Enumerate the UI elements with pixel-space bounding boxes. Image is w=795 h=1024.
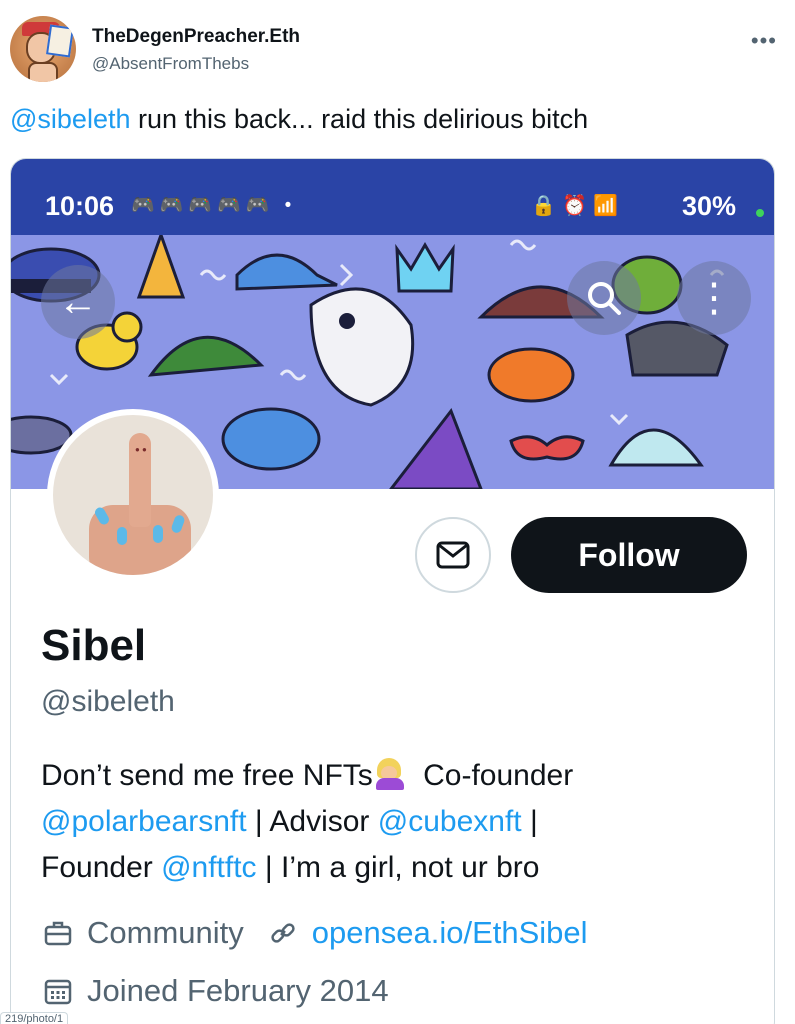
- envelope-icon: [436, 541, 470, 569]
- bio-link-cubexnft[interactable]: @cubexnft: [378, 805, 522, 838]
- briefcase-icon: [41, 916, 75, 950]
- bio-text: Founder: [41, 851, 162, 884]
- status-url-tooltip: 219/photo/1: [0, 1012, 69, 1024]
- avatar-finger-face: ● ●: [135, 445, 147, 454]
- banner-back-button[interactable]: ←: [41, 265, 115, 339]
- tweet-media-image[interactable]: 10:06 🎮🎮🎮🎮🎮 • 🔒⏰📶 30% ← ⋮ ● ● Follow Sib…: [10, 158, 775, 1024]
- bio-text: | Advisor: [246, 805, 378, 838]
- more-horizontal-icon[interactable]: •••: [751, 28, 777, 54]
- bio-text: Don’t send me free NFTs: [41, 759, 373, 792]
- profile-avatar[interactable]: ● ●: [47, 409, 219, 581]
- status-notification-dot: [756, 209, 764, 217]
- profile-meta-row: Community opensea.io/EthSibel: [41, 915, 588, 951]
- avatar-sign: [46, 24, 74, 58]
- status-app-icons: 🎮🎮🎮🎮🎮 •: [131, 195, 297, 216]
- profile-category: Community: [87, 915, 244, 950]
- tweet-header: TheDegenPreacher.Eth @AbsentFromThebs ••…: [10, 14, 785, 86]
- message-button[interactable]: [415, 517, 491, 593]
- bio-text: | I’m a girl, not ur bro: [256, 851, 540, 884]
- status-time: 10:06: [45, 191, 115, 221]
- bio-text: Co-founder: [414, 759, 574, 792]
- banner-more-button[interactable]: ⋮: [677, 261, 751, 335]
- bio-link-nftftc[interactable]: @nftftc: [161, 851, 256, 884]
- tweet-text-body: run this back... raid this delirious bit…: [130, 104, 589, 134]
- author-name[interactable]: TheDegenPreacher.Eth: [92, 26, 300, 48]
- avatar-nail: [153, 525, 163, 543]
- status-system-icons: 🔒⏰📶: [531, 195, 624, 217]
- profile-bio: Don’t send me free NFTs Co-founder @pola…: [41, 753, 761, 891]
- profile-display-name: Sibel: [41, 621, 147, 670]
- profile-joined-date: Joined February 2014: [87, 973, 389, 1008]
- profile-meta-row: Joined February 2014: [41, 973, 389, 1009]
- bio-link-polarbearsnft[interactable]: @polarbearsnft: [41, 805, 247, 838]
- follow-button[interactable]: Follow: [511, 517, 747, 593]
- search-icon: [588, 282, 621, 315]
- avatar-body: [28, 62, 58, 82]
- bio-text: |: [521, 805, 538, 838]
- calendar-icon: [41, 974, 75, 1008]
- status-battery: 30%: [681, 191, 736, 221]
- tweet-text: @sibeleth run this back... raid this del…: [10, 104, 588, 135]
- phone-status-bar: 10:06 🎮🎮🎮🎮🎮 • 🔒⏰📶 30%: [11, 159, 774, 235]
- banner-search-button[interactable]: [567, 261, 641, 335]
- tweet-mention-link[interactable]: @sibeleth: [10, 104, 130, 134]
- facepalm-emoji-icon: [375, 758, 405, 790]
- avatar-nail: [117, 527, 127, 545]
- author-avatar[interactable]: [10, 16, 76, 82]
- author-handle[interactable]: @AbsentFromThebs: [92, 54, 249, 74]
- profile-handle: @sibeleth: [41, 685, 175, 718]
- profile-website-link[interactable]: opensea.io/EthSibel: [312, 915, 588, 951]
- link-icon: [266, 916, 300, 950]
